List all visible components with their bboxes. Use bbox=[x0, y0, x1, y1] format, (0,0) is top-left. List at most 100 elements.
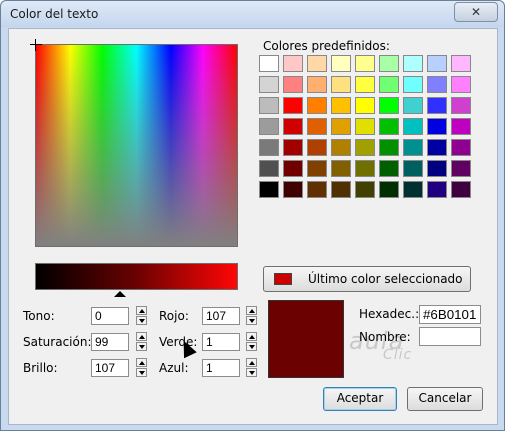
color-swatch[interactable] bbox=[379, 160, 399, 177]
title-bar: Color del texto ✕ bbox=[1, 1, 504, 27]
color-swatch[interactable] bbox=[331, 76, 351, 93]
color-swatch[interactable] bbox=[451, 76, 471, 93]
color-swatch[interactable] bbox=[259, 76, 279, 93]
azul-label: Azul: bbox=[159, 361, 189, 375]
color-swatch[interactable] bbox=[355, 181, 375, 198]
color-swatch[interactable] bbox=[283, 55, 303, 72]
hex-field[interactable] bbox=[419, 305, 481, 324]
brillo-spinner[interactable] bbox=[136, 358, 147, 377]
color-swatch[interactable] bbox=[307, 181, 327, 198]
color-swatch[interactable] bbox=[259, 118, 279, 135]
brillo-field[interactable] bbox=[91, 359, 129, 377]
color-swatch[interactable] bbox=[307, 160, 327, 177]
color-swatch[interactable] bbox=[403, 97, 423, 114]
color-swatch[interactable] bbox=[403, 118, 423, 135]
color-swatch[interactable] bbox=[451, 160, 471, 177]
rojo-spinner[interactable] bbox=[246, 306, 257, 325]
color-swatch[interactable] bbox=[283, 97, 303, 114]
color-swatch[interactable] bbox=[307, 118, 327, 135]
close-button[interactable]: ✕ bbox=[454, 2, 498, 22]
color-swatch[interactable] bbox=[283, 181, 303, 198]
color-swatch[interactable] bbox=[451, 181, 471, 198]
color-preview bbox=[268, 300, 344, 378]
color-swatch[interactable] bbox=[307, 55, 327, 72]
azul-field[interactable] bbox=[202, 359, 240, 377]
color-swatch[interactable] bbox=[427, 55, 447, 72]
last-color-chip bbox=[274, 273, 292, 285]
color-swatch[interactable] bbox=[427, 118, 447, 135]
brillo-label: Brillo: bbox=[23, 361, 58, 375]
color-swatch[interactable] bbox=[355, 160, 375, 177]
color-swatch[interactable] bbox=[379, 118, 399, 135]
color-swatch[interactable] bbox=[259, 97, 279, 114]
color-swatch[interactable] bbox=[331, 139, 351, 156]
color-swatch[interactable] bbox=[427, 97, 447, 114]
color-swatch[interactable] bbox=[403, 76, 423, 93]
color-swatch[interactable] bbox=[355, 118, 375, 135]
color-swatch[interactable] bbox=[403, 139, 423, 156]
luminance-bar[interactable] bbox=[35, 263, 238, 290]
color-swatch[interactable] bbox=[427, 139, 447, 156]
color-swatch[interactable] bbox=[331, 160, 351, 177]
crosshair-icon bbox=[30, 39, 42, 51]
color-swatch[interactable] bbox=[427, 181, 447, 198]
color-swatch[interactable] bbox=[259, 139, 279, 156]
verde-field[interactable] bbox=[202, 333, 240, 351]
last-color-button[interactable]: Último color seleccionado bbox=[263, 266, 471, 292]
color-spectrum[interactable] bbox=[30, 39, 238, 247]
cancel-button[interactable]: Cancelar bbox=[407, 387, 483, 411]
tono-label: Tono: bbox=[23, 309, 55, 323]
saturacion-spinner[interactable] bbox=[136, 332, 147, 351]
color-swatch[interactable] bbox=[379, 97, 399, 114]
luminance-marker-icon[interactable] bbox=[114, 291, 126, 297]
saturacion-field[interactable] bbox=[91, 333, 129, 351]
color-swatch[interactable] bbox=[379, 139, 399, 156]
color-swatch[interactable] bbox=[307, 76, 327, 93]
nombre-field[interactable] bbox=[419, 327, 481, 346]
color-swatch[interactable] bbox=[403, 160, 423, 177]
color-swatch[interactable] bbox=[283, 118, 303, 135]
color-swatch[interactable] bbox=[379, 181, 399, 198]
rojo-field[interactable] bbox=[202, 307, 240, 325]
last-color-label: Último color seleccionado bbox=[308, 272, 463, 286]
color-swatch[interactable] bbox=[451, 97, 471, 114]
dialog-body: Colores predefinidos: Último color selec… bbox=[8, 28, 498, 425]
color-swatch[interactable] bbox=[259, 55, 279, 72]
color-swatch[interactable] bbox=[451, 55, 471, 72]
color-swatch[interactable] bbox=[331, 97, 351, 114]
color-swatch[interactable] bbox=[355, 97, 375, 114]
color-swatch[interactable] bbox=[283, 139, 303, 156]
color-swatch[interactable] bbox=[283, 160, 303, 177]
predefined-color-grid bbox=[259, 55, 481, 198]
color-swatch[interactable] bbox=[403, 181, 423, 198]
rojo-label: Rojo: bbox=[159, 309, 189, 323]
color-swatch[interactable] bbox=[379, 55, 399, 72]
color-swatch[interactable] bbox=[307, 97, 327, 114]
color-swatch[interactable] bbox=[403, 55, 423, 72]
hex-label: Hexadec.: bbox=[359, 307, 420, 321]
color-swatch[interactable] bbox=[307, 139, 327, 156]
color-swatch[interactable] bbox=[259, 160, 279, 177]
color-swatch[interactable] bbox=[355, 139, 375, 156]
color-swatch[interactable] bbox=[427, 160, 447, 177]
color-swatch[interactable] bbox=[451, 139, 471, 156]
accept-button[interactable]: Aceptar bbox=[323, 387, 397, 411]
close-icon: ✕ bbox=[470, 5, 482, 19]
color-swatch[interactable] bbox=[331, 55, 351, 72]
color-swatch[interactable] bbox=[427, 76, 447, 93]
tono-field[interactable] bbox=[91, 307, 129, 325]
color-swatch[interactable] bbox=[355, 76, 375, 93]
color-swatch[interactable] bbox=[331, 181, 351, 198]
color-swatch[interactable] bbox=[379, 76, 399, 93]
color-swatch[interactable] bbox=[451, 118, 471, 135]
color-swatch[interactable] bbox=[283, 76, 303, 93]
color-swatch[interactable] bbox=[355, 55, 375, 72]
azul-spinner[interactable] bbox=[246, 358, 257, 377]
verde-spinner[interactable] bbox=[246, 332, 257, 351]
predefined-colors-label: Colores predefinidos: bbox=[263, 39, 390, 53]
color-swatch[interactable] bbox=[331, 118, 351, 135]
tono-spinner[interactable] bbox=[136, 306, 147, 325]
color-swatch[interactable] bbox=[259, 181, 279, 198]
saturacion-label: Saturación: bbox=[23, 335, 92, 349]
window-title: Color del texto bbox=[10, 7, 99, 21]
